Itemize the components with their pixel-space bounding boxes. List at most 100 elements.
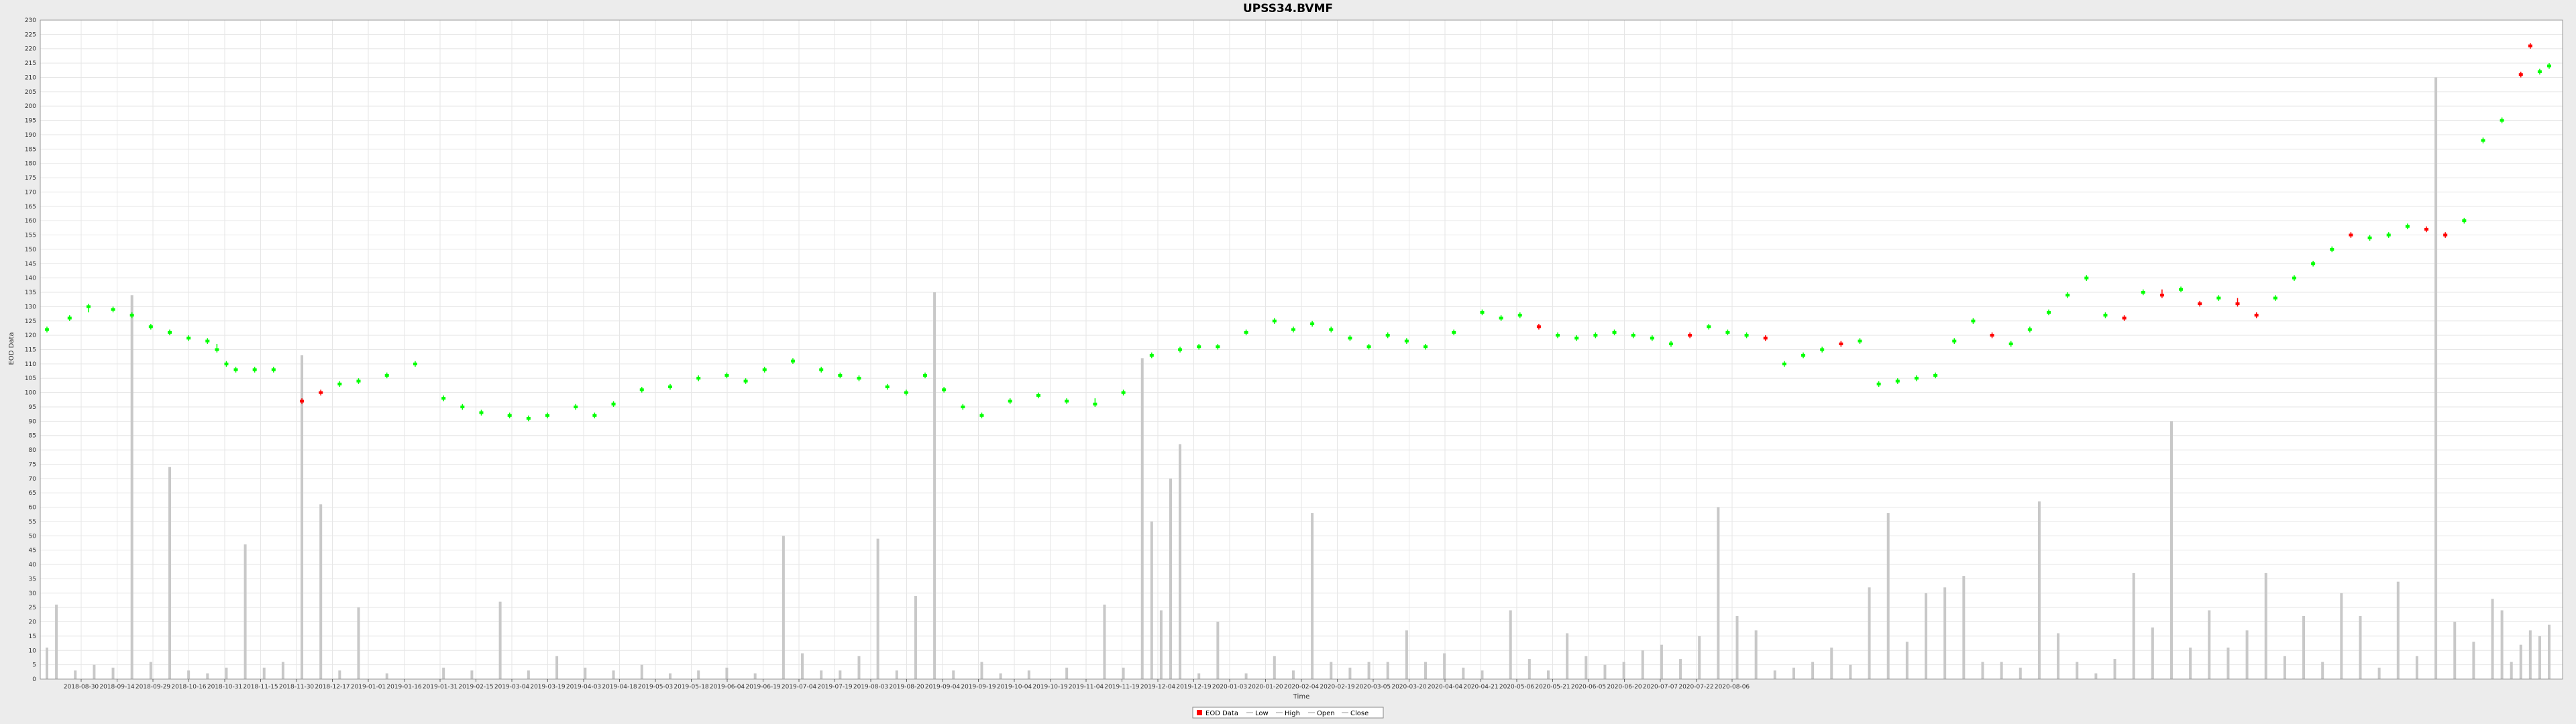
price-candle [1149,354,1154,357]
volume-bar [1925,593,1928,679]
volume-bar [895,670,898,679]
price-candle [205,339,210,343]
price-candle [2528,44,2532,48]
price-candle [413,362,417,365]
price-candle [2084,276,2089,280]
y-tick-label: 185 [25,146,36,153]
volume-bar [1216,621,1220,679]
price-candle [1536,325,1541,328]
volume-bar [1348,667,1352,679]
legend-item-label: Close [1350,710,1368,717]
volume-bar [2019,667,2022,679]
volume-bar [442,667,445,679]
price-candle [1782,362,1786,365]
price-candle [1914,377,1919,380]
x-tick-label: 2020-07-22 [1678,684,1713,690]
price-candle [2405,225,2410,228]
volume-bar [2094,673,2098,679]
y-tick-label: 160 [25,218,36,225]
price-candle [2047,310,2051,314]
volume-bar [1291,670,1295,679]
price-candle [1065,400,1069,403]
price-candle [2537,70,2542,73]
volume-bar [225,667,228,679]
volume-bar [2169,421,2173,679]
price-candle [319,391,323,394]
volume-bar [527,670,530,679]
volume-bar [1103,604,1106,679]
x-tick-label: 2020-06-20 [1607,684,1642,690]
volume-bar [1027,670,1030,679]
volume-bar [668,673,672,679]
y-axis-ticks: 0 5 10 15 20 25 30 35 40 45 50 55 60 65 70 75 80 85 90 95 10… [25,17,36,683]
volume-bar [1660,644,1663,679]
y-tick-label: 220 [25,46,36,53]
volume-bar [187,670,191,679]
price-candle [2216,296,2221,300]
x-tick-label: 2020-08-06 [1715,684,1750,690]
volume-bar [281,662,284,679]
x-axis-ticks: 2018-08-30 2018-09-14 2018-09-29 2018-10-16… [64,679,1750,690]
x-tick-label: 2019-03-04 [494,684,530,690]
legend-item-label: Low [1255,710,1269,717]
volume-bar [999,673,1002,679]
price-candle [2198,302,2202,306]
x-tick-label: 2020-01-20 [1248,684,1283,690]
legend: EOD Data Low High Open Close [1192,707,1384,719]
y-tick-label: 110 [25,361,36,368]
price-candle [1244,330,1248,334]
y-tick-label: 215 [25,60,36,67]
x-tick-label: 2020-04-21 [1463,684,1498,690]
chart-title: UPSS34.BVMF [1243,2,1333,15]
price-candle [148,325,153,328]
volume-bar [980,662,983,679]
x-tick-label: 2020-04-04 [1428,684,1463,690]
y-tick-label: 0 [32,676,36,683]
legend-item-label: High [1285,710,1300,717]
volume-bar [2132,572,2135,679]
price-candle [2179,288,2184,291]
volume-bar [93,664,96,679]
y-tick-label: 30 [29,591,37,597]
price-candle [2311,262,2316,265]
volume-bar [1424,662,1428,679]
volume-bar [206,673,209,679]
volume-bar [46,647,48,679]
volume-bar [1679,659,1682,679]
volume-bar [1698,636,1701,679]
volume-bar [1641,650,1644,679]
y-tick-label: 130 [25,304,36,310]
volume-bar [1527,659,1531,679]
price-candle [1310,322,1315,326]
price-candle [1574,337,1579,340]
volume-bar [262,667,266,679]
legend-swatch [1197,710,1202,715]
price-candle [252,368,257,371]
y-tick-label: 140 [25,276,36,282]
y-tick-label: 210 [25,74,36,81]
volume-bar [2057,633,2060,679]
volume-bar [1754,630,1758,679]
x-tick-label: 2020-05-06 [1499,684,1535,690]
volume-bar [2453,621,2457,679]
volume-bar [1405,630,1408,679]
y-tick-label: 85 [29,433,36,440]
y-axis-label: EOD Data [8,333,15,365]
x-tick-label: 2019-04-03 [566,684,601,690]
x-tick-label: 2019-10-04 [997,684,1032,690]
volume-bar [2076,662,2079,679]
y-tick-label: 10 [29,648,37,654]
price-candle [45,328,49,331]
volume-bar [2415,656,2418,679]
x-tick-label: 2018-12-17 [315,684,350,690]
volume-bar [1811,662,1815,679]
x-tick-label: 2020-03-20 [1391,684,1427,690]
volume-bar [1330,662,1333,679]
x-tick-label: 2019-02-15 [458,684,493,690]
volume-bar [2510,662,2513,679]
volume-bar [2189,647,2192,679]
price-candle [1121,391,1126,394]
volume-bar [2538,636,2541,679]
x-tick-label: 2019-12-04 [1140,684,1176,690]
x-tick-label: 2018-10-31 [207,684,242,690]
